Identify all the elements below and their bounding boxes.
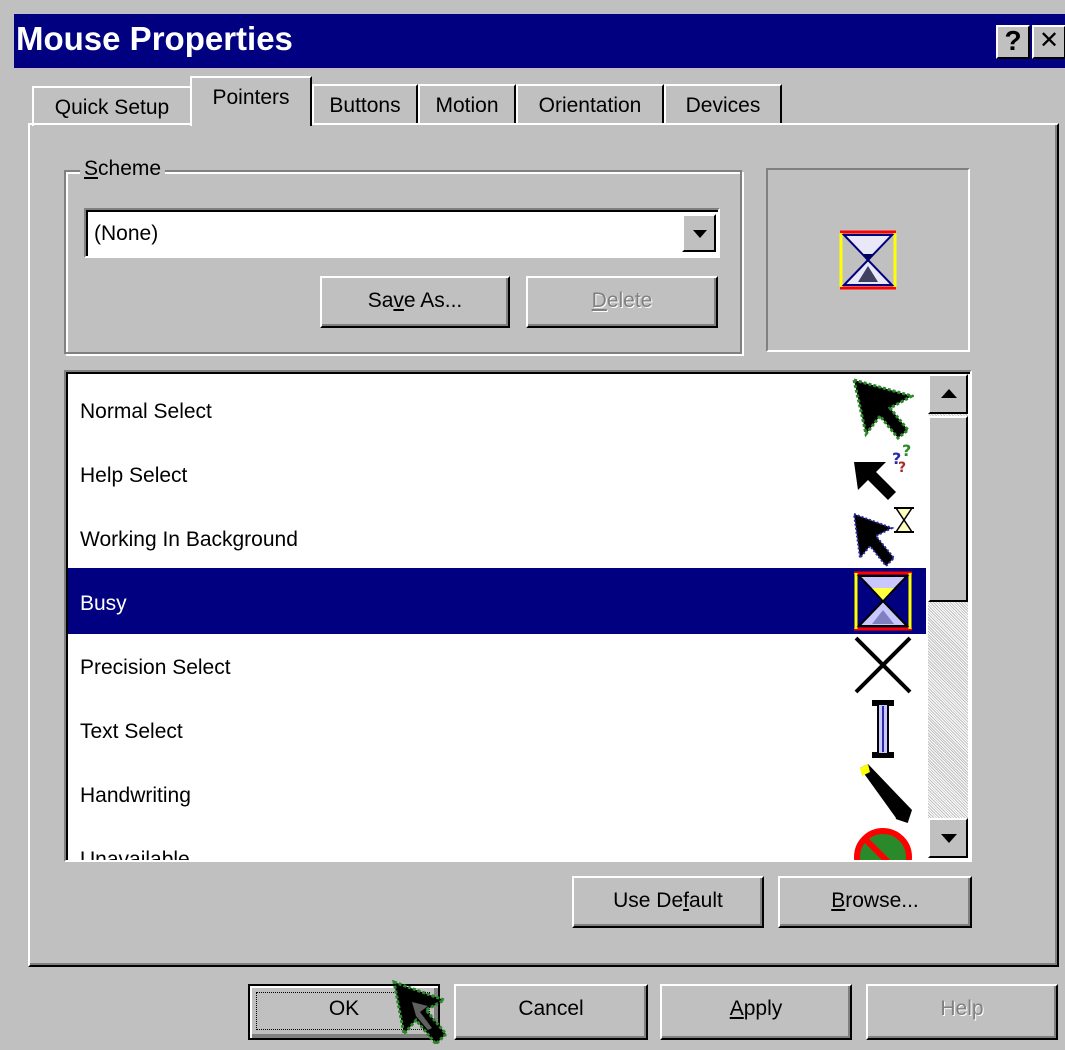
- title-bar[interactable]: Mouse Properties ? ✕: [14, 14, 1065, 68]
- list-item-label: Help Select: [80, 464, 188, 487]
- tab-label: Quick Setup: [54, 96, 170, 119]
- list-item-label: Unavailable: [80, 848, 190, 862]
- pen-cursor-icon: [860, 764, 912, 823]
- help-button[interactable]: Help: [866, 984, 1058, 1040]
- arrow-cursor-icon: [852, 378, 914, 440]
- btn-text: Cancel: [518, 997, 584, 1020]
- btn-text: e As...: [403, 289, 463, 312]
- apply-button[interactable]: Apply: [660, 984, 852, 1040]
- tab-pointers[interactable]: Pointers: [190, 76, 312, 126]
- btn-text: pply: [743, 997, 783, 1020]
- svg-text:?: ?: [902, 442, 911, 460]
- btn-text: Sa: [367, 289, 394, 312]
- save-as-button[interactable]: Save As...: [320, 276, 510, 328]
- mnemonic: v: [393, 289, 404, 312]
- tab-label: Orientation: [538, 94, 642, 117]
- ibeam-cursor-icon: [872, 700, 894, 758]
- btn-text: elete: [606, 289, 653, 312]
- list-item[interactable]: Normal Select: [68, 376, 926, 442]
- scroll-up-icon[interactable]: [928, 374, 968, 414]
- list-item-label: Text Select: [80, 720, 183, 743]
- mnemonic: B: [831, 889, 846, 912]
- cursor-preview: [766, 168, 970, 352]
- window-title: Mouse Properties: [16, 20, 293, 57]
- unavailable-cursor-icon: [854, 828, 912, 860]
- cancel-button[interactable]: Cancel: [454, 984, 648, 1040]
- scroll-thumb[interactable]: [928, 416, 968, 602]
- mnemonic: A: [729, 997, 744, 1020]
- use-default-button[interactable]: Use Default: [572, 876, 764, 928]
- list-item-label: Working In Background: [80, 528, 298, 551]
- list-item[interactable]: Working In Background: [68, 504, 926, 570]
- mouse-pointer-icon: [392, 980, 449, 1046]
- list-item[interactable]: Handwriting: [68, 760, 926, 826]
- chevron-down-icon[interactable]: [682, 214, 716, 252]
- scheme-selected-value: (None): [94, 222, 159, 245]
- hourglass-preview-icon: [839, 230, 897, 290]
- help-cursor-icon: ? ? ?: [854, 442, 911, 500]
- mnemonic: D: [591, 289, 607, 312]
- browse-button[interactable]: Browse...: [778, 876, 972, 928]
- crosshair-cursor-icon: [854, 636, 912, 694]
- pointer-list[interactable]: Normal Select Help Select ? ? ? Working …: [64, 370, 972, 862]
- svg-text:?: ?: [898, 460, 906, 476]
- mouse-properties-dialog: Mouse Properties ? ✕ Quick Setup Pointer…: [0, 0, 1065, 1050]
- tab-label: Motion: [435, 94, 499, 117]
- tab-label: Pointers: [212, 86, 290, 109]
- label-text: cheme: [98, 157, 162, 180]
- btn-text: rowse...: [845, 889, 919, 912]
- btn-text: Help: [940, 997, 984, 1020]
- tab-devices[interactable]: Devices: [664, 84, 782, 124]
- close-icon[interactable]: ✕: [1032, 25, 1065, 59]
- tab-quick-setup[interactable]: Quick Setup: [32, 86, 190, 126]
- list-item-label: Handwriting: [80, 784, 191, 807]
- working-cursor-icon: [852, 507, 914, 568]
- help-question-icon[interactable]: ?: [996, 25, 1030, 59]
- list-item-label: Precision Select: [80, 656, 231, 679]
- hourglass-cursor-icon: [854, 571, 912, 631]
- tab-label: Devices: [685, 94, 761, 117]
- tab-orientation[interactable]: Orientation: [516, 84, 664, 124]
- list-item[interactable]: Help Select ? ? ?: [68, 440, 926, 506]
- tab-buttons[interactable]: Buttons: [312, 84, 418, 124]
- list-item[interactable]: Precision Select: [68, 632, 926, 698]
- list-item[interactable]: Unavailable: [68, 824, 926, 862]
- list-item[interactable]: Busy: [68, 568, 926, 634]
- btn-text: ault: [689, 889, 723, 912]
- vertical-scrollbar[interactable]: [928, 374, 968, 858]
- delete-button[interactable]: Delete: [526, 276, 718, 328]
- scroll-down-icon[interactable]: [928, 818, 968, 858]
- btn-text: Use De: [613, 889, 684, 912]
- list-item[interactable]: Text Select: [68, 696, 926, 762]
- list-item-label: Busy: [80, 592, 127, 615]
- tab-label: Buttons: [329, 94, 401, 117]
- tab-motion[interactable]: Motion: [418, 84, 516, 124]
- scheme-label: Scheme: [80, 157, 166, 181]
- scheme-dropdown[interactable]: (None): [84, 208, 720, 258]
- list-item-label: Normal Select: [80, 400, 212, 423]
- mnemonic: S: [84, 157, 99, 180]
